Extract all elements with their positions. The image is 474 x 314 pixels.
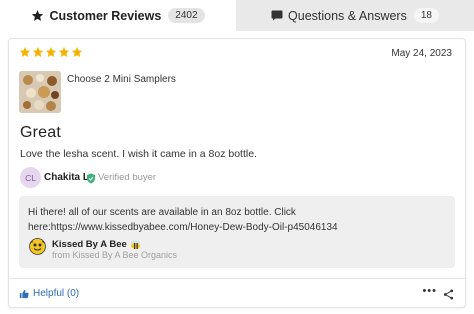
tab-label: Customer Reviews xyxy=(49,8,162,23)
brand-subtitle: from Kissed By A Bee Organics xyxy=(52,250,178,260)
verified-buyer-label: Verified buyer xyxy=(98,172,157,183)
divider xyxy=(9,278,465,279)
star-icon xyxy=(31,9,44,22)
tab-questions-answers[interactable]: Questions & Answers 18 xyxy=(236,0,474,31)
share-icon[interactable] xyxy=(443,287,454,305)
review-tabs: Customer Reviews 2402 Questions & Answer… xyxy=(0,0,474,31)
star-icon xyxy=(19,47,31,57)
product-name[interactable]: Choose 2 Mini Samplers xyxy=(67,74,176,85)
brand-logo-icon xyxy=(29,238,46,255)
review-count-badge: 2402 xyxy=(168,8,205,23)
review-card: May 24, 2023 Choose 2 Mini Samplers Grea… xyxy=(8,38,466,308)
merchant-reply: Hi there! all of our scents are availabl… xyxy=(19,196,455,268)
tab-label: Questions & Answers xyxy=(288,8,407,23)
review-headline: Great xyxy=(20,124,62,141)
author-name: Chakita L. xyxy=(44,172,92,183)
product-thumbnail[interactable] xyxy=(19,71,61,113)
star-icon xyxy=(71,47,83,57)
brand-name-row: Kissed By A Bee xyxy=(52,239,141,250)
review-date: May 24, 2023 xyxy=(391,48,452,59)
verified-shield-icon xyxy=(86,171,96,189)
reply-text: Hi there! all of our scents are availabl… xyxy=(28,207,338,233)
star-icon xyxy=(32,47,44,57)
tab-customer-reviews[interactable]: Customer Reviews 2402 xyxy=(0,0,236,31)
more-options-button[interactable]: ••• xyxy=(422,285,437,297)
helpful-button[interactable]: Helpful (0) xyxy=(19,288,79,299)
question-count-badge: 18 xyxy=(413,8,439,23)
helpful-label: Helpful (0) xyxy=(33,288,80,299)
chat-bubble-icon xyxy=(271,10,283,21)
star-rating xyxy=(19,46,83,58)
avatar: CL xyxy=(20,167,41,188)
star-icon xyxy=(45,47,57,57)
review-body: Love the lesha scent. I wish it came in … xyxy=(20,148,257,160)
brand-name: Kissed By A Bee xyxy=(52,239,127,250)
thumbs-up-icon xyxy=(19,289,29,299)
bee-icon xyxy=(130,240,141,250)
star-icon xyxy=(58,47,70,57)
